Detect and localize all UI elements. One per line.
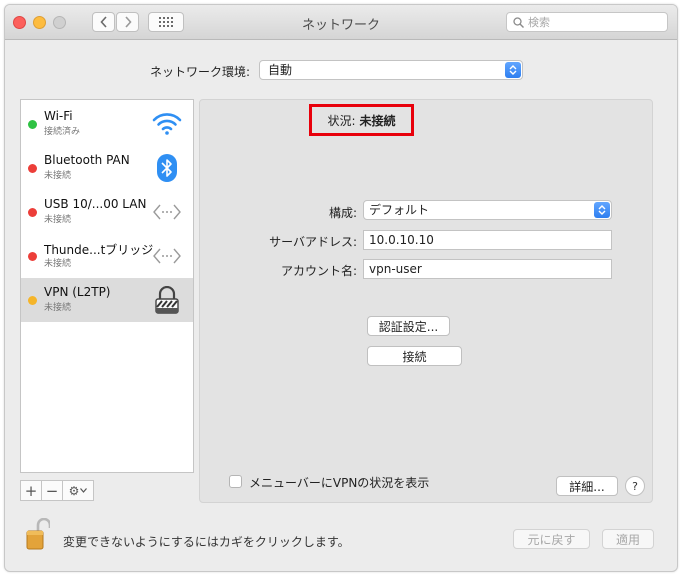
service-status: 接続済み <box>44 127 81 137</box>
account-name-label: アカウント名: <box>280 264 357 278</box>
advanced-button[interactable]: 詳細... <box>556 476 618 496</box>
search-field[interactable]: 検索 <box>506 12 668 32</box>
service-name: VPN (L2TP) <box>44 285 111 299</box>
service-item-usb-lan[interactable]: USB 10/...00 LAN 未接続 <box>21 190 193 234</box>
remove-service-button[interactable]: − <box>42 481 63 500</box>
gear-icon: ⚙ <box>68 483 80 498</box>
location-label: ネットワーク環境: <box>150 65 251 79</box>
status-dot <box>28 164 37 173</box>
config-value: デフォルト <box>369 203 430 217</box>
help-button[interactable]: ? <box>625 476 645 496</box>
server-address-input[interactable]: 10.0.10.10 <box>363 230 612 250</box>
status-dot <box>28 120 37 129</box>
ethernet-arrows-icon <box>151 197 183 227</box>
lock-icon[interactable] <box>26 517 52 553</box>
select-stepper-icon <box>505 62 521 78</box>
status-dot <box>28 296 37 305</box>
service-status: 未接続 <box>44 215 72 225</box>
config-label: 構成: <box>328 206 357 220</box>
service-status: 未接続 <box>44 171 72 181</box>
chevron-down-icon <box>80 488 88 493</box>
service-item-wifi[interactable]: Wi-Fi 接続済み <box>21 102 193 146</box>
connect-button[interactable]: 接続 <box>367 346 462 366</box>
titlebar: ネットワーク 検索 <box>5 5 677 40</box>
status-dot <box>28 252 37 261</box>
wifi-icon <box>151 109 183 139</box>
account-name-input[interactable]: vpn-user <box>363 259 612 279</box>
status-label: 状況: <box>327 113 356 128</box>
service-name: Bluetooth PAN <box>44 153 130 167</box>
service-name: USB 10/...00 LAN <box>44 197 147 211</box>
server-address-label: サーバアドレス: <box>269 235 357 249</box>
service-list: Wi-Fi 接続済み Bluetooth PAN 未接続 USB 10/...0… <box>20 99 194 473</box>
service-name: Wi-Fi <box>44 109 73 123</box>
status-dot <box>28 208 37 217</box>
gear-menu-button[interactable]: ⚙ <box>63 481 93 500</box>
config-select[interactable]: デフォルト <box>363 200 612 220</box>
search-icon <box>513 16 524 28</box>
service-status: 未接続 <box>44 303 72 313</box>
vpn-lock-icon <box>151 285 183 315</box>
connection-status: 状況: 未接続 <box>309 104 414 136</box>
revert-button[interactable]: 元に戻す <box>513 529 590 549</box>
service-list-toolbar: + − ⚙ <box>20 480 94 501</box>
status-value: 未接続 <box>359 113 396 128</box>
location-select[interactable]: 自動 <box>259 60 523 80</box>
apply-button[interactable]: 適用 <box>602 529 654 549</box>
show-vpn-status-checkbox[interactable] <box>229 475 242 488</box>
select-stepper-icon <box>594 202 610 218</box>
location-value: 自動 <box>268 63 293 77</box>
authentication-settings-button[interactable]: 認証設定... <box>367 316 450 336</box>
lock-instruction-text: 変更できないようにするにはカギをクリックします。 <box>63 535 350 549</box>
service-item-thunderbolt-bridge[interactable]: Thunde...tブリッジ 未接続 <box>21 234 193 278</box>
vpn-detail-panel <box>199 99 653 503</box>
service-item-bluetooth[interactable]: Bluetooth PAN 未接続 <box>21 146 193 190</box>
ethernet-arrows-icon <box>151 241 183 271</box>
add-service-button[interactable]: + <box>21 481 42 500</box>
service-status: 未接続 <box>44 259 72 269</box>
search-placeholder: 検索 <box>528 16 550 29</box>
bluetooth-icon <box>151 153 183 183</box>
show-vpn-status-label: メニューバーにVPNの状況を表示 <box>249 476 430 490</box>
service-item-vpn[interactable]: VPN (L2TP) 未接続 <box>21 278 193 322</box>
